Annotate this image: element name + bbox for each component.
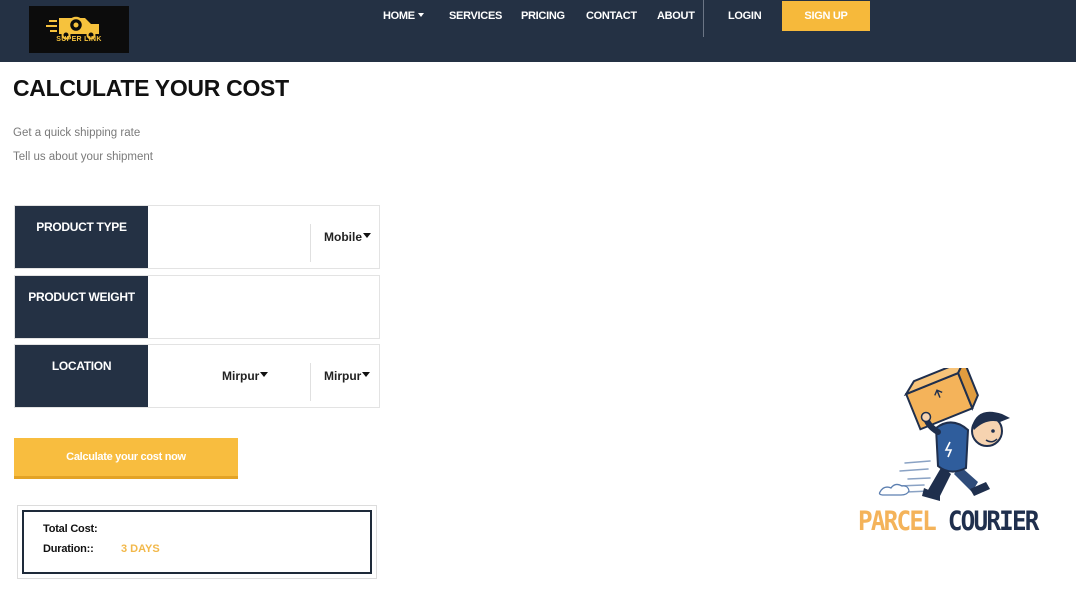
result-panel: Total Cost: Duration:: 3 DAYS [17,505,377,579]
caret-down-icon [260,372,269,377]
nav-home-label: HOME [383,10,415,22]
product-type-row: PRODUCT TYPE Mobile [14,205,380,269]
product-type-label: PRODUCT TYPE [15,206,148,268]
field-separator [310,224,311,262]
nav-contact[interactable]: CONTACT [586,10,637,22]
field-separator [310,363,311,401]
location-from-select[interactable]: Mirpur [222,369,269,383]
nav-login[interactable]: LOGIN [728,10,762,22]
total-cost-label: Total Cost: [43,523,98,535]
product-type-value: Mobile [324,230,362,244]
result-box: Total Cost: Duration:: 3 DAYS [22,510,372,574]
wordmark-part2: COURIER [947,506,1040,537]
product-weight-row: PRODUCT WEIGHT [14,275,380,339]
wordmark-part1: PARCEL [858,506,937,537]
subtitle-shipment: Tell us about your shipment [13,151,153,163]
top-navbar: SUPER LINK HOME SERVICES PRICING CONTACT… [0,0,1076,62]
product-type-select[interactable]: Mobile [324,230,371,244]
location-row: LOCATION Mirpur Mirpur [14,344,380,408]
location-label: LOCATION [15,345,148,407]
nav-home[interactable]: HOME [383,10,424,22]
duration-value: 3 DAYS [121,543,160,555]
nav-pricing[interactable]: PRICING [521,10,565,22]
page-title: CALCULATE YOUR COST [13,75,289,101]
delivery-van-icon [46,16,99,40]
nav-divider [703,0,704,37]
calculate-cost-button[interactable]: Calculate your cost now [14,438,238,479]
nav-services[interactable]: SERVICES [449,10,502,22]
duration-label: Duration:: [43,543,94,555]
subtitle-quick-rate: Get a quick shipping rate [13,127,141,139]
product-weight-input[interactable] [148,276,379,338]
location-to-select[interactable]: Mirpur [324,369,371,383]
location-to-value: Mirpur [324,369,362,383]
logo-text: SUPER LINK [56,36,102,43]
product-weight-label: PRODUCT WEIGHT [15,276,148,338]
brand-logo[interactable]: SUPER LINK [29,6,129,53]
location-from-value: Mirpur [222,369,260,383]
nav-about[interactable]: ABOUT [657,10,695,22]
caret-down-icon [363,233,371,238]
signup-button[interactable]: SIGN UP [782,1,870,31]
caret-down-icon [362,372,371,377]
chevron-down-icon [417,13,424,18]
parcel-courier-wordmark: PARCEL COURIER [858,506,1040,537]
